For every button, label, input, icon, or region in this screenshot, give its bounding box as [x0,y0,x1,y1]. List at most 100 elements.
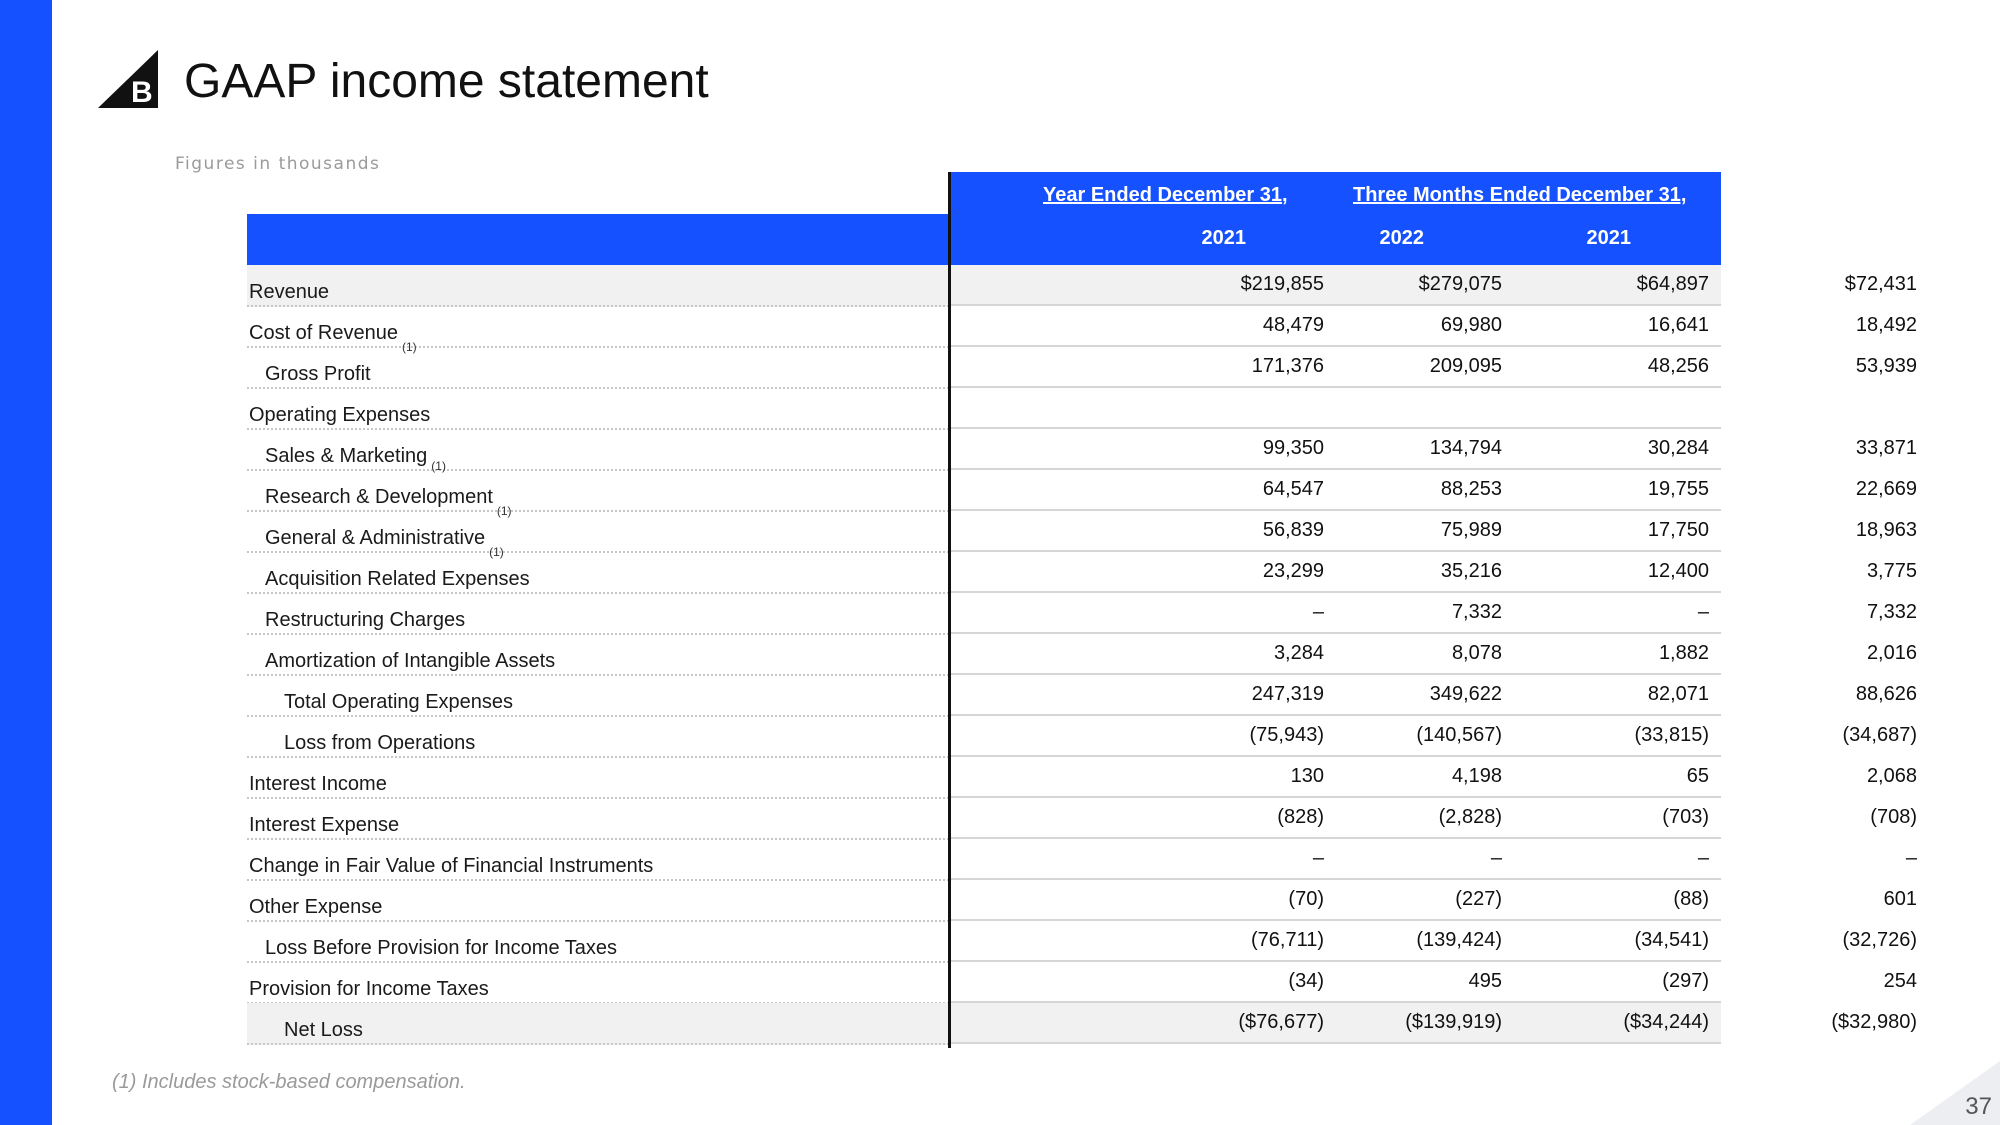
row-label: Change in Fair Value of Financial Instru… [249,855,653,878]
row-label: Research & Development(1) [265,486,512,518]
table-cell: 22,669 [1855,478,1917,500]
table-cell: ($76,677) [1238,1011,1324,1033]
table-cell: (34,541) [1634,929,1710,951]
units-note: Figures in thousands [175,154,381,174]
row-label: Interest Income [249,773,387,796]
table-cell: 48,256 [1647,355,1709,377]
row-label: Interest Expense [249,814,399,837]
row-label: Loss Before Provision for Income Taxes [265,937,617,960]
row-label: Net Loss [284,1019,363,1042]
table-cell: (703) [1662,806,1709,828]
table-row: Restructuring Charges – 7,332 – 7,332 [247,593,1917,635]
table-cell: 2,068 [1866,765,1917,787]
table-cell: – [1905,847,1917,869]
table-cell: 56,839 [1262,519,1324,541]
row-label-text: Gross Profit [265,363,371,385]
table-cell: 65 [1686,765,1709,787]
table-cell: (32,726) [1842,929,1918,951]
row-label: Other Expense [249,896,382,919]
table-cell: 171,376 [1251,355,1324,377]
table-cell: 1,882 [1658,642,1709,664]
table-cell: ($32,980) [1831,1011,1917,1033]
table-cell: 18,492 [1855,314,1917,336]
table-cell: 254 [1883,970,1917,992]
row-label: Restructuring Charges [265,609,465,632]
footnote: (1) Includes stock-based compensation. [112,1071,466,1093]
table-cell: (828) [1277,806,1324,828]
table-row: Gross Profit 171,376 209,095 48,256 53,939 [247,347,1917,389]
table-row: Net Loss ($76,677) ($139,919) ($34,244) ($32… [247,1003,1917,1045]
table-cell: 35,216 [1440,560,1502,582]
row-label-text: Sales & Marketing [265,445,428,467]
table-cell: (34,687) [1842,724,1918,746]
table-row: Revenue $219,855 $279,075 $64,897 $72,431 [247,265,1917,307]
table-cell: 53,939 [1855,355,1917,377]
bigcommerce-logo-icon: B [98,50,158,108]
table-cell: (33,815) [1634,724,1710,746]
table-cell: 17,750 [1647,519,1709,541]
table-cell: $72,431 [1844,273,1917,295]
table-cell: 3,775 [1866,560,1917,582]
table-cell: (76,711) [1250,929,1324,951]
header-three-months-ended: Three Months Ended December 31, [1353,184,1687,206]
table-cell: 18,963 [1855,519,1917,541]
table-cell: 130 [1290,765,1324,787]
row-label-text: Provision for Income Taxes [249,978,489,1000]
table-cell: 99,350 [1262,437,1324,459]
table-row: Sales & Marketing (1) 99,350 134,794 30,284 3… [247,429,1917,473]
row-label-text: Revenue [249,281,330,303]
row-label-text: General & Administrative [265,527,486,549]
row-label: Amortization of Intangible Assets [265,650,555,673]
row-label-text: Loss from Operations [284,732,476,754]
table-cell: 3,284 [1273,642,1324,664]
table-cell: 8,078 [1451,642,1502,664]
table-row: General & Administrative(1) 56,839 75,989 1… [247,511,1917,559]
table-cell: 75,989 [1440,519,1502,541]
table-row: Research & Development(1) 64,547 88,253 19,… [247,470,1917,518]
table-cell: 69,980 [1440,314,1502,336]
table-cell: 19,755 [1647,478,1709,500]
row-label: Total Operating Expenses [284,691,513,714]
row-label: Cost of Revenue(1) [249,322,417,354]
row-label-text: Cost of Revenue [249,322,398,344]
table-row: Amortization of Intangible Assets 3,284 8,… [247,634,1917,676]
table-cell: (297) [1662,970,1709,992]
header-year-2022-annual: 2022 [1379,227,1425,249]
row-label-text: Restructuring Charges [265,609,466,631]
table-row: Loss from Operations (75,943) (140,567) (33… [247,716,1917,758]
table-cell: (139,424) [1416,929,1502,951]
row-label-text: Net Loss [284,1019,363,1041]
table-cell: 7,332 [1451,601,1502,623]
table-cell: 64,547 [1262,478,1324,500]
table-cell: 33,871 [1855,437,1917,459]
row-label-text: Research & Development [265,486,493,508]
table-cell: $64,897 [1636,273,1709,295]
row-label-text: Loss Before Provision for Income Taxes [265,937,618,959]
row-label: Revenue [249,281,329,304]
table-cell: – [1312,601,1324,623]
table-cell: 88,626 [1855,683,1917,705]
row-label-text: Interest Expense [249,814,400,836]
income-statement-table: Year Ended December 31, Three Months End… [247,172,1917,1048]
table-cell: 4,198 [1451,765,1502,787]
table-cell: 495 [1468,970,1502,992]
row-label: Operating Expenses [249,404,430,427]
svg-text:B: B [131,76,153,108]
table-row: Operating Expenses [247,388,1721,430]
table-cell: (70) [1288,888,1324,910]
table-cell: 88,253 [1440,478,1502,500]
table-cell: 349,622 [1429,683,1502,705]
table-cell: 2,016 [1866,642,1917,664]
table-cell: 30,284 [1647,437,1709,459]
row-label: Gross Profit [265,363,371,386]
row-label-text: Amortization of Intangible Assets [265,650,556,672]
row-label: Provision for Income Taxes [249,978,489,1001]
table-cell: 247,319 [1251,683,1324,705]
row-label-text: Interest Income [249,773,387,795]
table-row: Other Expense (70) (227) (88) 601 [247,880,1917,922]
table-cell: (75,943) [1249,724,1325,746]
row-label-text: Operating Expenses [249,404,431,426]
row-label-text: Other Expense [249,896,383,918]
table-cell: $279,075 [1418,273,1502,295]
table-cell: (34) [1288,970,1324,992]
